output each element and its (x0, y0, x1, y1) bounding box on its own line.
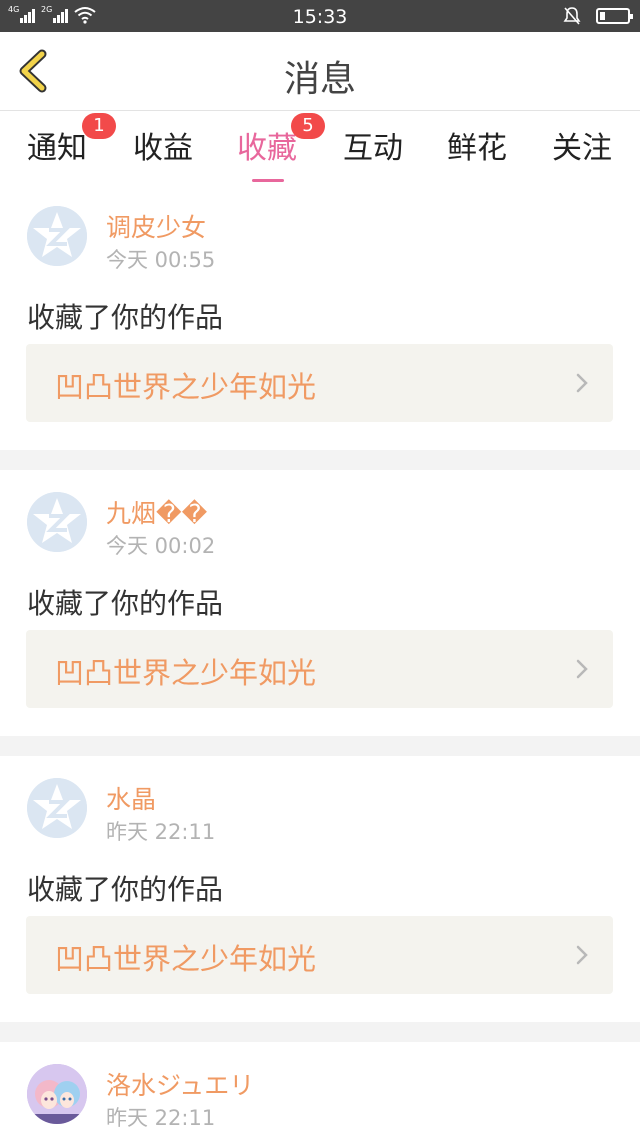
silent-icon (563, 7, 581, 25)
timestamp: 今天 00:55 (106, 248, 216, 272)
message-card: 调皮少女 今天 00:55 收藏了你的作品 凹凸世界之少年如光 (0, 184, 640, 450)
timestamp: 今天 00:02 (106, 534, 216, 558)
tab-interactions[interactable]: 互动 (320, 123, 426, 167)
action-text: 收藏了你的作品 (27, 301, 224, 334)
page-title: 消息 (283, 59, 356, 100)
avatar[interactable] (27, 778, 87, 838)
messages-screen: 4G 2G 15:33 消息 通知 1 收益 收藏 5 互动 鲜花 关注 调皮少… (0, 0, 640, 1138)
avatar[interactable] (27, 1064, 87, 1124)
action-text: 收藏了你的作品 (27, 587, 224, 620)
action-text: 收藏了你的作品 (27, 873, 224, 906)
anime-girl-avatar-icon (27, 1064, 87, 1124)
timestamp: 昨天 22:11 (106, 820, 216, 844)
default-avatar-icon (27, 492, 87, 552)
username[interactable]: 洛水ジュエリ (106, 1066, 254, 1102)
message-card: 水晶 昨天 22:11 收藏了你的作品 凹凸世界之少年如光 (0, 756, 640, 1022)
status-bar: 4G 2G 15:33 (0, 0, 640, 32)
avatar[interactable] (27, 206, 87, 266)
tab-label: 收藏 (237, 131, 297, 166)
timestamp: 昨天 22:11 (106, 1106, 216, 1130)
work-title: 凹凸世界之少年如光 (55, 942, 317, 976)
tab-label: 鲜花 (447, 131, 507, 166)
tab-label: 收益 (133, 131, 193, 166)
username[interactable]: 九烟�� (106, 494, 207, 530)
tab-follows[interactable]: 关注 (529, 123, 635, 167)
tab-flowers[interactable]: 鲜花 (424, 123, 530, 167)
username[interactable]: 水晶 (106, 780, 156, 816)
avatar[interactable] (27, 492, 87, 552)
work-link[interactable]: 凹凸世界之少年如光 (26, 916, 613, 994)
work-title: 凹凸世界之少年如光 (55, 370, 317, 404)
header: 消息 (0, 32, 640, 111)
tab-label: 关注 (552, 131, 612, 166)
default-avatar-icon (27, 206, 87, 266)
tab-notifications[interactable]: 通知 1 (4, 113, 116, 167)
chevron-right-icon (576, 373, 588, 393)
message-card: 九烟�� 今天 00:02 收藏了你的作品 凹凸世界之少年如光 (0, 470, 640, 736)
username[interactable]: 调皮少女 (106, 208, 206, 244)
message-card: 洛水ジュエリ 昨天 22:11 (0, 1042, 640, 1138)
battery-icon (596, 8, 633, 24)
default-avatar-icon (27, 778, 87, 838)
chevron-right-icon (576, 945, 588, 965)
active-tab-indicator (252, 179, 284, 182)
tab-label: 互动 (343, 131, 403, 166)
work-title: 凹凸世界之少年如光 (55, 656, 317, 690)
tab-favorites[interactable]: 收藏 5 (214, 113, 325, 182)
work-link[interactable]: 凹凸世界之少年如光 (26, 630, 613, 708)
status-time: 15:33 (292, 6, 348, 28)
tab-label: 通知 (27, 131, 87, 166)
work-link[interactable]: 凹凸世界之少年如光 (26, 344, 613, 422)
chevron-right-icon (576, 659, 588, 679)
tab-bar: 通知 1 收益 收藏 5 互动 鲜花 关注 (0, 111, 640, 184)
tab-earnings[interactable]: 收益 (110, 123, 216, 167)
